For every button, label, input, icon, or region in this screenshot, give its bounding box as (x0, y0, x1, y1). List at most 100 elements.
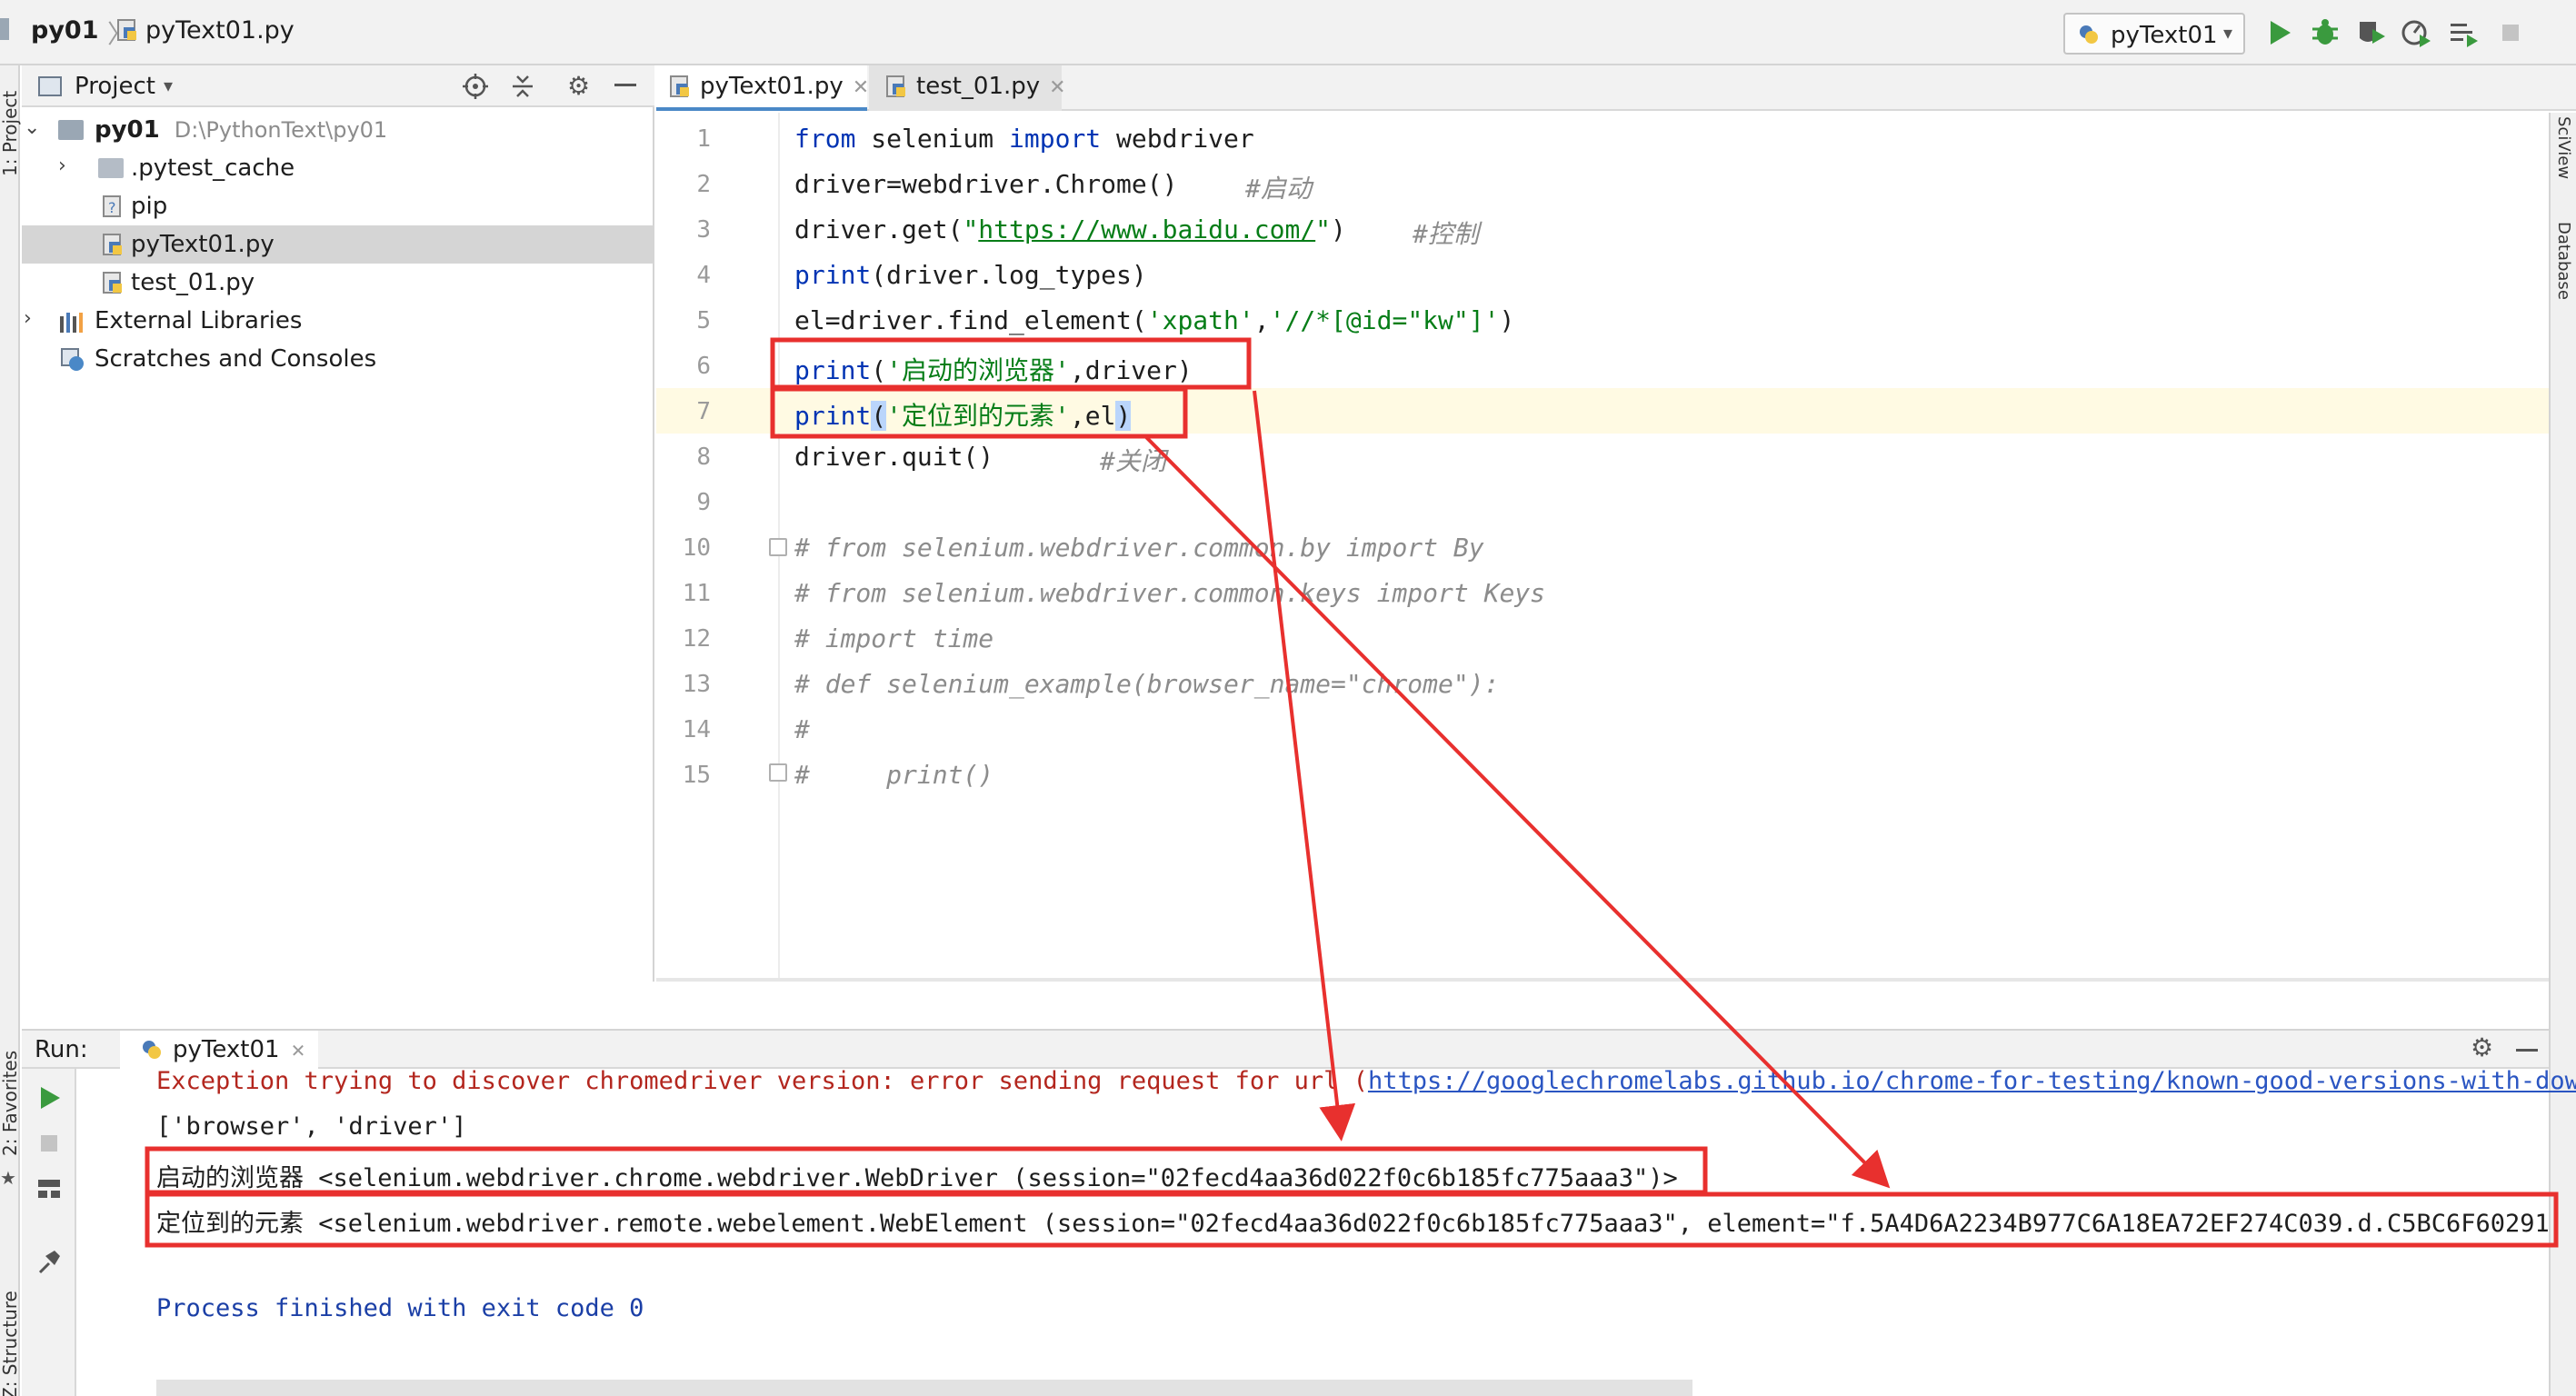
breadcrumb-project[interactable]: py01 (31, 16, 99, 45)
console-driver-line: 启动的浏览器 <selenium.webdriver.chrome.webdri… (156, 1164, 1678, 1192)
line-number: 11 (682, 580, 711, 607)
project-view-icon (38, 76, 62, 96)
debug-icon[interactable] (2309, 16, 2341, 49)
sciview-tool-window-button[interactable]: SciView (2554, 116, 2573, 198)
tab-test-01[interactable]: test_01.py ✕ (869, 65, 1066, 111)
editor-tab-bar: pyText01.py ✕ test_01.py ✕ (656, 65, 2576, 111)
left-tool-window-strip: 1: Project ★ 2: Favorites Z: Structure (0, 65, 21, 1396)
console-horizontal-scrollbar[interactable] (156, 1380, 1692, 1396)
close-icon[interactable]: ✕ (291, 1040, 306, 1062)
database-tool-window-button[interactable]: Database (2554, 222, 2573, 340)
run-tool-window-header: Run: pyText01 ✕ ⚙ (22, 1029, 2549, 1069)
console-exception-line: Exception trying to discover chromedrive… (156, 1067, 2576, 1095)
run-tab-pytext01[interactable]: pyText01 ✕ (120, 1031, 319, 1069)
libraries-icon (58, 309, 85, 334)
tree-item-py01[interactable]: ⌄ py01 D:\PythonText\py01 (22, 111, 654, 149)
console-link[interactable]: https://googlechromelabs.github.io/chrom… (1368, 1067, 2576, 1095)
tree-item-pytest-cache[interactable]: › .pytest_cache (22, 149, 654, 187)
line-number: 12 (682, 625, 711, 653)
run-tab-label: pyText01 (173, 1036, 280, 1063)
locate-file-icon[interactable] (462, 73, 489, 100)
code-line-6: print('启动的浏览器',driver) (794, 355, 1193, 385)
stop-icon[interactable] (2494, 16, 2527, 49)
code-comment: #关闭 (1100, 446, 1166, 476)
tree-item-pytext01[interactable]: pyText01.py (22, 225, 654, 264)
line-number: 4 (696, 262, 711, 289)
rerun-icon[interactable] (35, 1083, 64, 1112)
tree-item-test-01[interactable]: test_01.py (22, 264, 654, 302)
tree-item-label: pyText01.py (131, 231, 275, 258)
run-configuration-select[interactable]: pyText01 ▾ (2063, 13, 2245, 55)
project-view-title[interactable]: Project (75, 73, 155, 100)
line-number: 14 (682, 716, 711, 743)
editor-horizontal-scrollbar[interactable] (656, 978, 2549, 982)
chevron-down-icon[interactable]: ⌄ (24, 116, 40, 139)
line-number: 5 (696, 307, 711, 334)
code-line-3: driver.get("https://www.baidu.com/") (794, 214, 1346, 244)
right-tool-window-strip: SciView Database (2549, 113, 2576, 1396)
project-tool-window: Project ▾ ⚙ ⌄ py01 D:\PythonText\py01 › .… (22, 65, 654, 982)
unknown-file-icon: ? (102, 194, 124, 220)
concurrency-diagram-icon[interactable] (2447, 16, 2480, 49)
run-icon[interactable] (2263, 16, 2296, 49)
fold-marker[interactable] (769, 763, 787, 782)
chevron-right-icon[interactable]: › (24, 307, 32, 330)
line-number: 10 (682, 534, 711, 562)
favorites-tool-window-button[interactable]: 2: Favorites (0, 1051, 21, 1156)
run-label: Run: (35, 1036, 88, 1063)
line-number: 9 (696, 489, 711, 516)
folder-icon (58, 120, 84, 140)
run-configuration-label: pyText01 (2111, 22, 2218, 49)
code-line-12: # import time (794, 623, 994, 653)
pin-icon[interactable] (35, 1247, 64, 1276)
stop-icon[interactable] (35, 1129, 64, 1158)
tree-item-path: D:\PythonText\py01 (174, 117, 388, 143)
code-comment: #控制 (1413, 219, 1479, 249)
line-number: 3 (696, 216, 711, 244)
code-line-5: el=driver.find_element('xpath','//*[@id=… (794, 305, 1515, 335)
profile-icon[interactable] (2400, 16, 2432, 49)
code-line-2: driver=webdriver.Chrome() (794, 169, 1178, 199)
code-line-4: print(driver.log_types) (794, 260, 1147, 290)
code-line-11: # from selenium.webdriver.common.keys im… (794, 578, 1546, 608)
chevron-down-icon[interactable]: ▾ (164, 75, 173, 96)
tree-item-label: Scratches and Consoles (95, 345, 377, 373)
folder-icon (98, 158, 124, 178)
python-file-icon (102, 233, 124, 258)
close-icon[interactable]: ✕ (1049, 76, 1065, 99)
line-number: 1 (696, 125, 711, 153)
line-number: 15 (682, 762, 711, 789)
code-line-14: # (794, 714, 810, 744)
tree-item-external-libraries[interactable]: › External Libraries (22, 302, 654, 340)
python-icon (140, 1038, 164, 1062)
code-line-15: # print() (794, 760, 994, 790)
project-panel-header: Project ▾ ⚙ (22, 65, 654, 107)
fold-marker[interactable] (769, 538, 787, 556)
gear-icon[interactable]: ⚙ (2471, 1032, 2493, 1062)
minimize-icon[interactable] (614, 84, 636, 86)
code-comment: #启动 (1245, 174, 1312, 204)
star-icon: ★ (0, 1167, 16, 1189)
code-line-1: from selenium import webdriver (794, 124, 1254, 154)
minimize-icon[interactable] (2516, 1049, 2538, 1052)
code-line-8: driver.quit() (794, 442, 994, 472)
chevron-right-icon[interactable]: › (58, 155, 66, 177)
line-number: 6 (696, 353, 711, 380)
breadcrumb-file[interactable]: pyText01.py (145, 16, 295, 45)
gear-icon[interactable]: ⚙ (567, 71, 590, 101)
tree-item-pip[interactable]: ? pip (22, 187, 654, 225)
tree-item-label: py01 (95, 116, 160, 144)
tree-item-label: test_01.py (131, 269, 255, 296)
project-tool-window-button[interactable]: 1: Project (0, 91, 21, 176)
python-file-icon (885, 75, 907, 100)
tree-item-scratches[interactable]: Scratches and Consoles (22, 340, 654, 378)
run-with-coverage-icon[interactable] (2354, 16, 2387, 49)
structure-tool-window-button[interactable]: Z: Structure (0, 1291, 21, 1396)
python-file-icon (669, 75, 691, 100)
run-toolbar (22, 1069, 76, 1396)
layout-icon[interactable] (35, 1174, 64, 1203)
code-line-7: print('定位到的元素',el) (794, 401, 1132, 431)
tab-pytext01[interactable]: pyText01.py ✕ (656, 65, 869, 111)
close-icon[interactable]: ✕ (853, 76, 869, 99)
collapse-all-icon[interactable] (509, 73, 536, 100)
